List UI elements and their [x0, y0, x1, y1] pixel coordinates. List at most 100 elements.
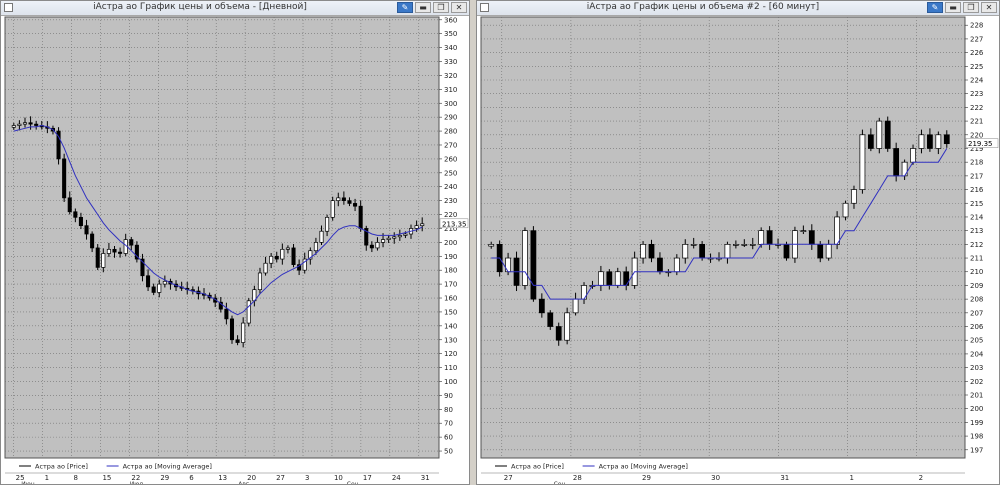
x-tick-label: 1 [45, 474, 49, 482]
chart-window-hourly[interactable]: iАстра ао График цены и объема #2 - [60 … [476, 0, 1000, 485]
candle-body [564, 312, 571, 341]
candle-body [224, 308, 229, 320]
y-tick-label: 190 [444, 253, 457, 261]
candle-body [95, 247, 100, 268]
candle-body [106, 248, 111, 254]
candle-body [522, 230, 528, 286]
x-tick-label: 31 [421, 474, 430, 482]
candle-body [547, 312, 554, 327]
y-tick-label: 214 [970, 213, 984, 221]
y-tick-label: 220 [444, 211, 457, 219]
y-tick-label: 170 [444, 281, 457, 289]
y-tick-label: 198 [970, 433, 983, 441]
y-tick-label: 80 [444, 406, 453, 414]
candle-body [73, 211, 78, 218]
y-tick-label: 224 [970, 77, 984, 85]
y-tick-label: 240 [444, 183, 457, 191]
candle-body [274, 255, 279, 260]
candle-body [381, 239, 386, 243]
candle-body [330, 200, 335, 218]
y-tick-label: 216 [970, 186, 984, 194]
candle-body [269, 255, 274, 264]
candle-body [758, 230, 765, 245]
price-chart-daily[interactable]: 5060708090100110120130140150160170180190… [1, 1, 470, 485]
y-tick-label: 350 [444, 30, 457, 38]
y-tick-label: 213 [970, 227, 983, 235]
y-tick-label: 300 [444, 100, 457, 108]
x-tick-label: 31 [780, 474, 789, 482]
chart-window-daily[interactable]: iАстра ао График цены и объема - [Дневно… [0, 0, 470, 485]
x-tick-label: 8 [74, 474, 78, 482]
candle-body [876, 120, 883, 149]
candle-body [285, 247, 290, 250]
candle-body [84, 225, 89, 235]
candle-body [673, 257, 680, 273]
candle-body [22, 122, 28, 125]
y-tick-label: 217 [970, 172, 983, 180]
y-tick-label: 228 [970, 22, 983, 30]
x-tick-label: 15 [102, 474, 111, 482]
candle-body [157, 283, 162, 293]
price-chart-hourly[interactable]: 197 198 199 200 201 202 203 204 205 206 207 208 209 2… [477, 1, 1000, 485]
y-tick-label: 100 [444, 378, 457, 386]
x-tick-label: 6 [189, 474, 194, 482]
candle-body [325, 216, 330, 232]
y-tick-label: 270 [444, 141, 457, 149]
x-tick-label: 28 [573, 474, 582, 482]
y-tick-label: 197 [970, 446, 983, 454]
candle-body [918, 134, 925, 149]
candle-body [648, 243, 655, 259]
y-tick-label: 199 [970, 419, 983, 427]
y-tick-label: 223 [970, 90, 983, 98]
candle-body [606, 271, 613, 286]
x-tick-label: 13 [218, 474, 227, 482]
y-tick-label: 225 [970, 63, 983, 71]
y-tick-label: 120 [444, 350, 457, 358]
y-tick-label: 210 [970, 268, 983, 276]
candle-body [488, 243, 495, 247]
y-tick-label: 360 [444, 16, 457, 24]
x-tick-label: 30 [711, 474, 720, 482]
candle-body [640, 243, 646, 259]
candle-body [313, 242, 318, 252]
legend-entry: Астра ао [Moving Average] [599, 463, 688, 471]
y-tick-label: 211 [970, 255, 983, 263]
y-tick-label: 206 [970, 323, 984, 331]
candle-body [884, 120, 891, 149]
y-tick-label: 230 [444, 197, 457, 205]
y-tick-label: 290 [444, 114, 457, 122]
candle-body [146, 275, 151, 288]
x-tick-label: 2 [919, 474, 923, 482]
candle-body [724, 243, 731, 259]
candle-body [732, 243, 739, 246]
candle-body [118, 251, 123, 254]
candle-body [151, 286, 156, 293]
plot-area [480, 16, 966, 459]
y-tick-label: 280 [444, 128, 457, 136]
candle-body [257, 272, 262, 291]
y-tick-label: 208 [970, 296, 983, 304]
y-tick-label: 250 [444, 169, 457, 177]
y-tick-label: 130 [444, 336, 457, 344]
candle-body [414, 225, 419, 229]
candle-body [67, 197, 72, 213]
candle-body [241, 322, 246, 343]
x-tick-label: 24 [392, 474, 401, 482]
y-tick-label: 203 [970, 364, 983, 372]
candle-body [783, 243, 790, 259]
x-month-label: Авг [238, 481, 249, 485]
y-tick-label: 202 [970, 378, 983, 386]
candle-body [397, 235, 402, 238]
legend-entry: Астра ао [Price] [35, 463, 88, 471]
y-tick-label: 260 [444, 155, 457, 163]
x-month-label: Июл [130, 481, 144, 485]
y-tick-label: 201 [970, 392, 983, 400]
y-tick-label: 227 [970, 35, 983, 43]
y-tick-label: 222 [970, 104, 983, 112]
candle-body [766, 230, 773, 245]
candle-body [555, 326, 562, 341]
y-tick-label: 330 [444, 58, 457, 66]
last-price-label: 213.35 [442, 220, 467, 228]
candle-body [614, 271, 621, 286]
candle-body [341, 197, 346, 201]
